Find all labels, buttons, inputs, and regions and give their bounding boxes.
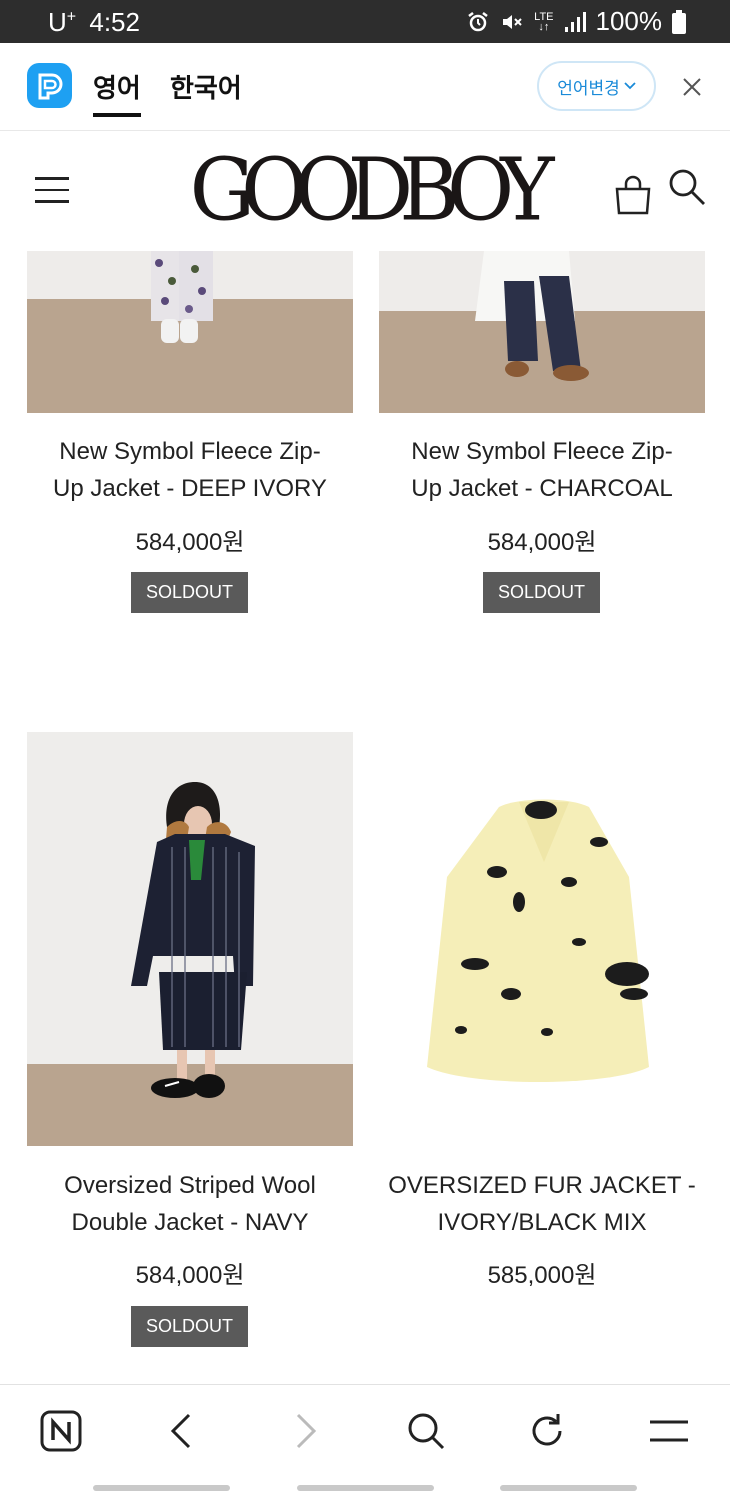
shopping-bag-icon[interactable] <box>614 175 652 219</box>
translation-bar: 영어 한국어 언어변경 <box>0 43 730 131</box>
chevron-down-icon <box>624 82 636 90</box>
status-bar: U+ 4:52 LTE ↓↑ 100% <box>0 0 730 43</box>
tab-english[interactable]: 영어 <box>93 68 141 117</box>
product-name-deep-ivory[interactable]: New Symbol Fleece Zip- Up Jacket - DEEP … <box>27 433 353 507</box>
refresh-icon[interactable] <box>523 1407 571 1455</box>
product-name-charcoal[interactable]: New Symbol Fleece Zip- Up Jacket - CHARC… <box>379 433 705 507</box>
forward-icon[interactable] <box>282 1407 330 1455</box>
site-logo[interactable]: GOODBOY <box>186 140 555 240</box>
product-name-line: OVERSIZED FUR JACKET - <box>388 1172 696 1199</box>
carrier-name: U <box>48 7 67 37</box>
browser-navigation-bar <box>0 1384 730 1500</box>
product-image-fur-jacket[interactable] <box>379 732 705 1146</box>
back-icon[interactable] <box>157 1407 205 1455</box>
gesture-bar <box>93 1485 230 1491</box>
battery-percent: 100% <box>595 6 663 36</box>
naver-icon[interactable] <box>37 1407 85 1455</box>
product-image-charcoal[interactable] <box>379 251 705 413</box>
site-header: GOODBOY <box>0 131 730 251</box>
search-icon[interactable] <box>667 167 707 211</box>
product-image-deep-ivory[interactable] <box>27 251 353 413</box>
product-name-line: IVORY/BLACK MIX <box>437 1209 647 1236</box>
search-icon[interactable] <box>402 1407 450 1455</box>
product-name-line: New Symbol Fleece Zip- <box>411 438 673 465</box>
tab-korean[interactable]: 한국어 <box>170 68 242 105</box>
product-price: 584,000원 <box>135 1262 245 1289</box>
change-language-label: 언어변경 <box>557 78 620 99</box>
close-translation-button[interactable] <box>682 77 702 101</box>
product-name-line: Double Jacket - NAVY <box>71 1209 309 1236</box>
carrier-plus: + <box>66 8 77 26</box>
battery-icon <box>672 9 686 34</box>
change-language-button[interactable]: 언어변경 <box>537 61 656 111</box>
product-name-line: New Symbol Fleece Zip- <box>59 438 321 465</box>
product-name-line: Oversized Striped Wool <box>64 1172 316 1199</box>
gesture-bar <box>297 1485 434 1491</box>
close-icon <box>683 78 701 96</box>
mute-icon <box>503 14 522 29</box>
product-image-striped-wool-navy[interactable] <box>27 732 353 1146</box>
product-price: 585,000원 <box>487 1262 597 1289</box>
carrier-time: U+ 4:52 <box>48 7 140 38</box>
network-type: LTE ↓↑ <box>534 10 554 33</box>
soldout-badge: SOLDOUT <box>131 1306 248 1347</box>
status-icons: LTE ↓↑ 100% <box>466 6 686 37</box>
product-price: 584,000원 <box>135 529 245 556</box>
menu-icon[interactable] <box>645 1407 693 1455</box>
gesture-bar <box>500 1485 637 1491</box>
soldout-badge: SOLDOUT <box>483 572 600 613</box>
product-price: 584,000원 <box>487 529 597 556</box>
papago-icon[interactable] <box>27 63 72 108</box>
product-name-line: Up Jacket - DEEP IVORY <box>53 475 327 502</box>
product-name-line: Up Jacket - CHARCOAL <box>411 475 673 502</box>
soldout-badge: SOLDOUT <box>131 572 248 613</box>
alarm-icon <box>468 11 488 31</box>
product-name-striped-wool-navy[interactable]: Oversized Striped Wool Double Jacket - N… <box>27 1167 353 1241</box>
product-name-fur-jacket[interactable]: OVERSIZED FUR JACKET - IVORY/BLACK MIX <box>379 1167 705 1241</box>
clock: 4:52 <box>89 7 140 37</box>
signal-icon <box>564 11 586 32</box>
hamburger-menu-icon[interactable] <box>35 177 69 203</box>
